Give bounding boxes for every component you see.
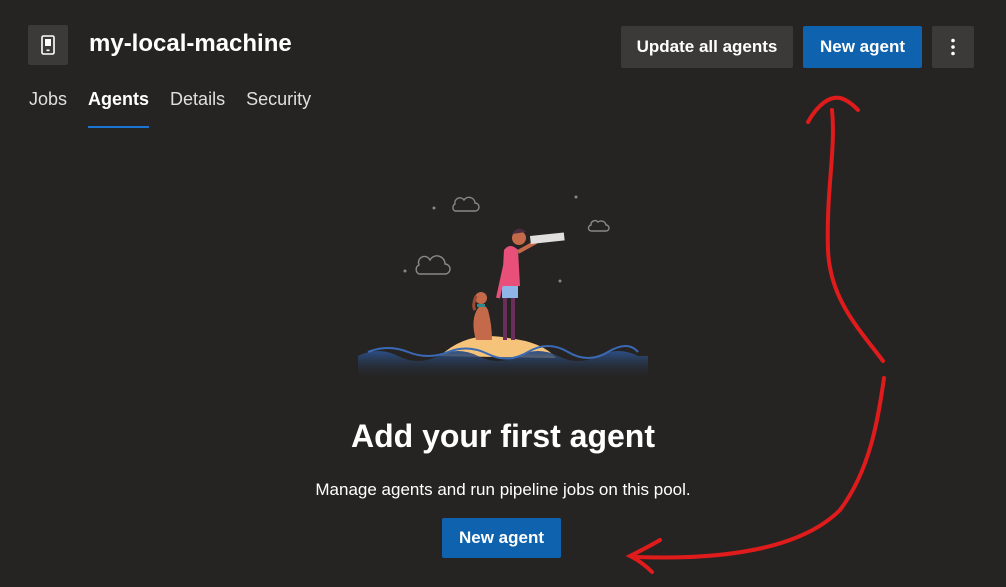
new-agent-empty-state-button[interactable]: New agent <box>442 518 561 558</box>
update-all-agents-button[interactable]: Update all agents <box>621 26 793 68</box>
server-icon <box>28 25 68 65</box>
dog-figure <box>472 292 492 340</box>
person-figure <box>496 228 565 340</box>
tab-security[interactable]: Security <box>246 86 311 128</box>
page-title: my-local-machine <box>89 30 292 57</box>
tab-details[interactable]: Details <box>170 86 225 128</box>
new-agent-button[interactable]: New agent <box>803 26 922 68</box>
empty-state-description: Manage agents and run pipeline jobs on t… <box>315 480 691 499</box>
tab-bar: Jobs Agents Details Security <box>29 86 332 128</box>
more-vertical-icon <box>951 38 955 56</box>
empty-state-title: Add your first agent <box>350 418 655 454</box>
more-options-button[interactable] <box>932 26 974 68</box>
tab-jobs[interactable]: Jobs <box>29 86 67 128</box>
agent-pool-page: my-local-machine Update all agents New a… <box>0 0 1006 587</box>
tab-agents[interactable]: Agents <box>88 86 150 128</box>
empty-state-illustration <box>358 195 648 380</box>
